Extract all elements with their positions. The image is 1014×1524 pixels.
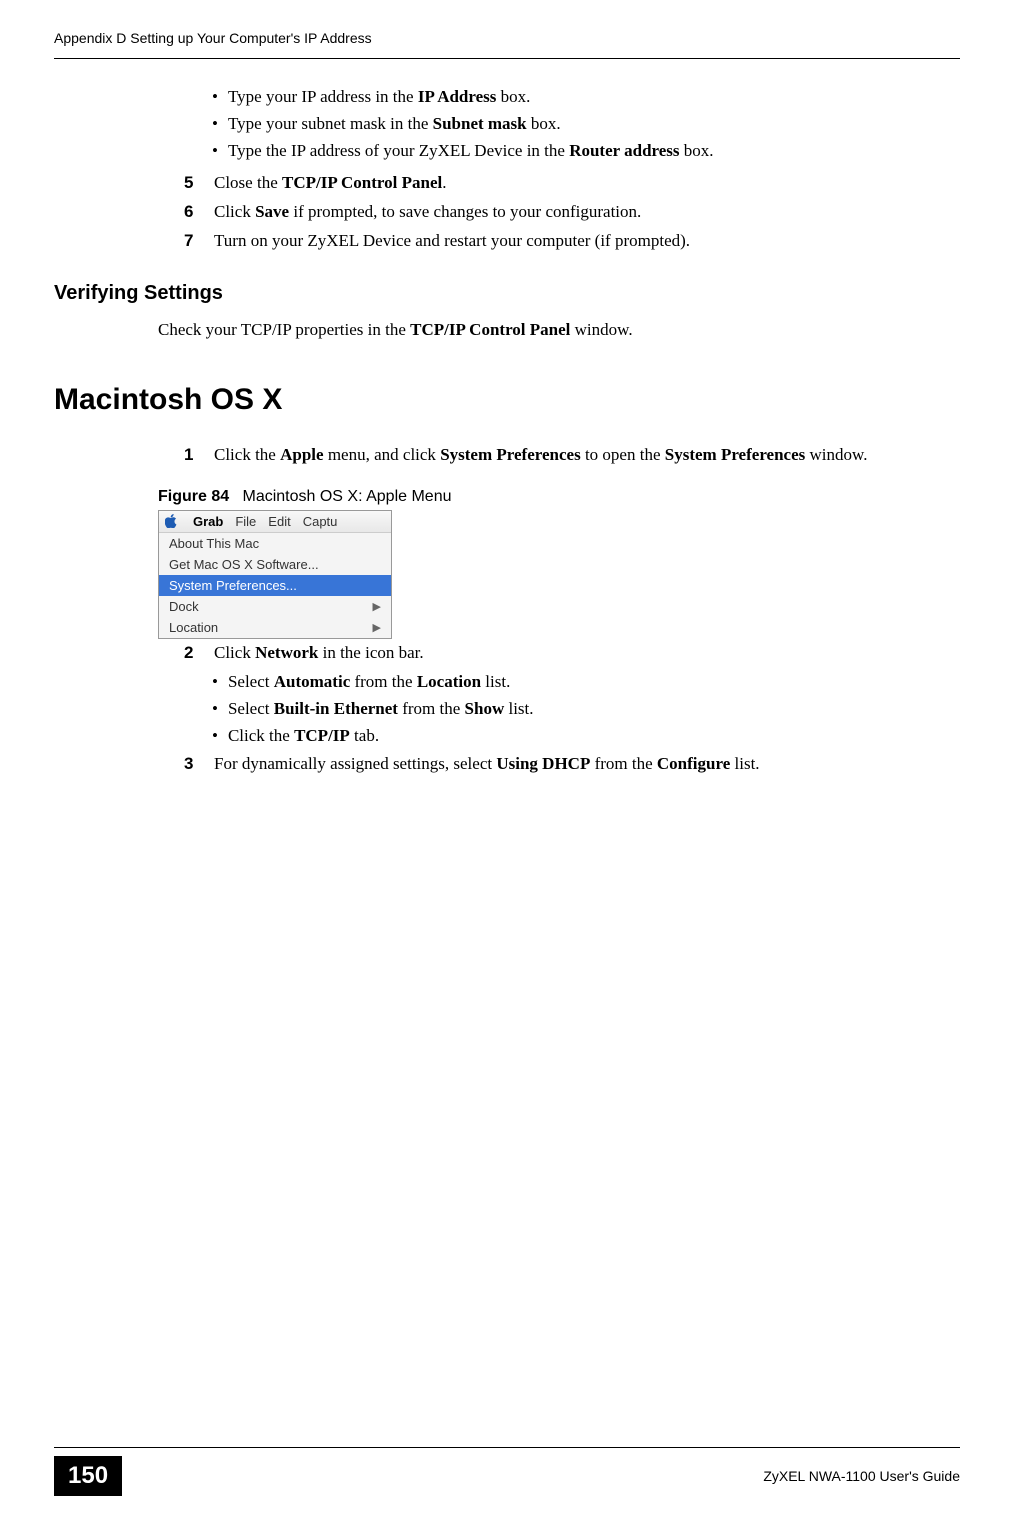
menubar-item-capture: Captu <box>297 514 344 529</box>
step-number: 5 <box>184 169 200 196</box>
bullet-dot: • <box>212 668 218 695</box>
numbered-list-top: 5 Close the TCP/IP Control Panel. 6 Clic… <box>184 169 960 255</box>
dropdown-item-getsoftware: Get Mac OS X Software... <box>159 554 391 575</box>
figure-caption: Figure 84 Macintosh OS X: Apple Menu <box>158 488 960 506</box>
step-text: Click Save if prompted, to save changes … <box>214 198 641 225</box>
bullet-text: Type your IP address in the IP Address b… <box>228 83 530 110</box>
numbered-item: 7 Turn on your ZyXEL Device and restart … <box>184 227 960 254</box>
bullet-dot: • <box>212 137 218 164</box>
header-text: Appendix D Setting up Your Computer's IP… <box>54 30 372 46</box>
bullet-item: • Select Automatic from the Location lis… <box>212 668 960 695</box>
bullet-text: Type your subnet mask in the Subnet mask… <box>228 110 561 137</box>
numbered-item: 2 Click Network in the icon bar. <box>184 639 960 666</box>
macintosh-step3: 3 For dynamically assigned settings, sel… <box>184 750 960 777</box>
step-text: Turn on your ZyXEL Device and restart yo… <box>214 227 690 254</box>
sub-bullet-list: • Select Automatic from the Location lis… <box>212 668 960 750</box>
submenu-arrow-icon: ▶ <box>373 600 381 613</box>
figure-caption-text: Macintosh OS X: Apple Menu <box>242 488 451 505</box>
bullet-item: • Select Built-in Ethernet from the Show… <box>212 695 960 722</box>
page-content: • Type your IP address in the IP Address… <box>0 59 1014 777</box>
step-text: Close the TCP/IP Control Panel. <box>214 169 447 196</box>
bullet-item: • Type your subnet mask in the Subnet ma… <box>212 110 960 137</box>
menubar: Grab File Edit Captu <box>159 511 391 533</box>
page-footer: 150 ZyXEL NWA-1100 User's Guide <box>0 1447 1014 1496</box>
footer-guide-text: ZyXEL NWA-1100 User's Guide <box>763 1468 960 1484</box>
bullet-text: Type the IP address of your ZyXEL Device… <box>228 137 714 164</box>
bullet-item: • Type the IP address of your ZyXEL Devi… <box>212 137 960 164</box>
macintosh-step2: 2 Click Network in the icon bar. <box>184 639 960 666</box>
numbered-item: 6 Click Save if prompted, to save change… <box>184 198 960 225</box>
footer-row: 150 ZyXEL NWA-1100 User's Guide <box>0 1456 1014 1496</box>
macintosh-heading: Macintosh OS X <box>54 383 960 417</box>
step-number: 7 <box>184 227 200 254</box>
menubar-item-edit: Edit <box>262 514 296 529</box>
bullet-item: • Click the TCP/IP tab. <box>212 722 960 749</box>
page-header: Appendix D Setting up Your Computer's IP… <box>0 0 1014 54</box>
figure-label: Figure 84 <box>158 488 229 505</box>
apple-menu-screenshot: Grab File Edit Captu About This Mac Get … <box>158 510 392 639</box>
bullet-dot: • <box>212 695 218 722</box>
numbered-item: 5 Close the TCP/IP Control Panel. <box>184 169 960 196</box>
dropdown-item-sysprefs: System Preferences... <box>159 575 391 596</box>
step-number: 2 <box>184 639 200 666</box>
bullet-text: Select Built-in Ethernet from the Show l… <box>228 695 534 722</box>
bullet-text: Select Automatic from the Location list. <box>228 668 510 695</box>
bullet-dot: • <box>212 83 218 110</box>
dropdown-item-about: About This Mac <box>159 533 391 554</box>
step-text: Click the Apple menu, and click System P… <box>214 441 867 468</box>
step-number: 6 <box>184 198 200 225</box>
menubar-item-grab: Grab <box>187 514 229 529</box>
numbered-item: 1 Click the Apple menu, and click System… <box>184 441 960 468</box>
bullet-text: Click the TCP/IP tab. <box>228 722 379 749</box>
footer-divider <box>54 1447 960 1448</box>
menubar-item-file: File <box>229 514 262 529</box>
step-number: 3 <box>184 750 200 777</box>
step-text: For dynamically assigned settings, selec… <box>214 750 760 777</box>
dropdown-item-location: Location ▶ <box>159 617 391 638</box>
bullet-dot: • <box>212 722 218 749</box>
bullet-dot: • <box>212 110 218 137</box>
macintosh-step1: 1 Click the Apple menu, and click System… <box>184 441 960 468</box>
dropdown-item-dock: Dock ▶ <box>159 596 391 617</box>
page-number: 150 <box>54 1456 122 1496</box>
bullet-list-top: • Type your IP address in the IP Address… <box>212 83 960 165</box>
submenu-arrow-icon: ▶ <box>373 621 381 634</box>
numbered-item: 3 For dynamically assigned settings, sel… <box>184 750 960 777</box>
step-number: 1 <box>184 441 200 468</box>
verifying-text: Check your TCP/IP properties in the TCP/… <box>158 317 960 343</box>
verifying-heading: Verifying Settings <box>54 282 960 305</box>
bullet-item: • Type your IP address in the IP Address… <box>212 83 960 110</box>
step-text: Click Network in the icon bar. <box>214 639 424 666</box>
apple-dropdown: About This Mac Get Mac OS X Software... … <box>159 533 391 638</box>
apple-logo-icon <box>163 513 179 529</box>
